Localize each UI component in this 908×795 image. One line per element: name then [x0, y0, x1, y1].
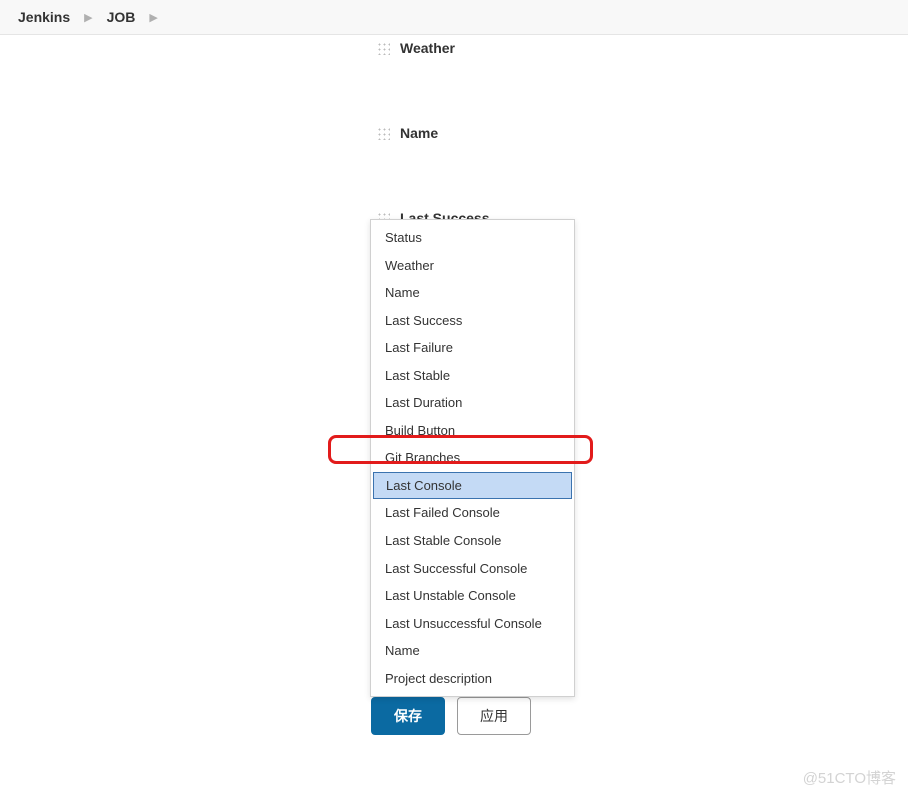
dropdown-item[interactable]: Last Unstable Console	[371, 582, 574, 610]
dropdown-item[interactable]: Last Failed Console	[371, 499, 574, 527]
chevron-right-icon: ▶	[149, 11, 157, 24]
dropdown-item[interactable]: Last Success	[371, 307, 574, 335]
column-label: Weather	[400, 40, 455, 56]
watermark-text: @51CTO博客	[803, 767, 896, 788]
column-item-weather[interactable]: Weather	[376, 36, 455, 60]
dropdown-item[interactable]: Git Branches	[371, 444, 574, 472]
dropdown-item[interactable]: Last Duration	[371, 389, 574, 417]
dropdown-item[interactable]: Last Failure	[371, 334, 574, 362]
footer-buttons: 保存 应用	[371, 697, 531, 735]
dropdown-item[interactable]: Last Stable	[371, 362, 574, 390]
dropdown-item[interactable]: Last Unsuccessful Console	[371, 610, 574, 638]
dropdown-item[interactable]: Last Console	[373, 472, 572, 500]
dropdown-item[interactable]: Build Button	[371, 417, 574, 445]
apply-button[interactable]: 应用	[457, 697, 531, 735]
dropdown-item[interactable]: Weather	[371, 252, 574, 280]
breadcrumb-root[interactable]: Jenkins	[18, 9, 70, 25]
dropdown-item[interactable]: Name	[371, 637, 574, 665]
dropdown-item[interactable]: Status	[371, 224, 574, 252]
drag-handle-icon[interactable]	[376, 126, 390, 140]
column-item-name[interactable]: Name	[376, 121, 438, 145]
dropdown-item[interactable]: Last Successful Console	[371, 555, 574, 583]
dropdown-item[interactable]: Name	[371, 279, 574, 307]
chevron-right-icon: ▶	[84, 11, 92, 24]
save-button[interactable]: 保存	[371, 697, 445, 735]
breadcrumb: Jenkins ▶ JOB ▶	[0, 0, 908, 35]
dropdown-item[interactable]: Last Stable Console	[371, 527, 574, 555]
breadcrumb-job[interactable]: JOB	[107, 9, 136, 25]
drag-handle-icon[interactable]	[376, 41, 390, 55]
add-column-dropdown: StatusWeatherNameLast SuccessLast Failur…	[370, 219, 575, 697]
column-label: Name	[400, 125, 438, 141]
dropdown-item[interactable]: Project description	[371, 665, 574, 693]
